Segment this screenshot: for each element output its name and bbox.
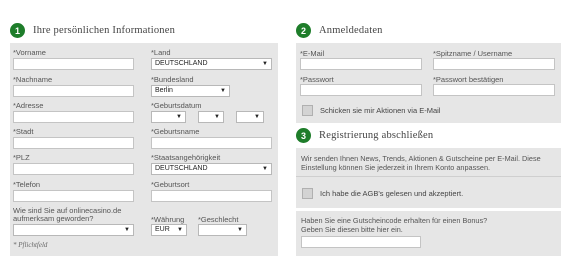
city-input[interactable] — [13, 137, 134, 149]
phone-label: *Telefon — [13, 180, 41, 189]
chevron-down-icon: ▼ — [214, 114, 220, 120]
agb-label: Ich habe die AGB's gelesen und akzeptier… — [320, 189, 464, 198]
country-label: *Land — [151, 48, 171, 57]
address-label: *Adresse — [13, 101, 44, 110]
section-personal-header: 1 Ihre persönlichen Informationen — [10, 23, 175, 38]
chevron-down-icon: ▼ — [124, 227, 130, 233]
chevron-down-icon: ▼ — [254, 114, 260, 120]
birthdate-label: *Geburtsdatum — [151, 101, 202, 110]
zip-label: *PLZ — [13, 153, 30, 162]
chevron-down-icon: ▼ — [237, 227, 243, 233]
birth-month-select[interactable]: ▼ — [198, 111, 224, 123]
first-name-label: *Vorname — [13, 48, 46, 57]
birth-day-select[interactable]: ▼ — [151, 111, 186, 123]
nationality-select[interactable]: DEUTSCHLAND ▼ — [151, 163, 272, 175]
currency-select[interactable]: EUR ▼ — [151, 224, 187, 236]
nickname-input[interactable] — [433, 58, 555, 70]
section-title-login: Anmeldedaten — [319, 25, 383, 36]
section-registration-header: 3 Registrierung abschließen — [296, 128, 433, 143]
password-confirm-input[interactable] — [433, 84, 555, 96]
chevron-down-icon: ▼ — [220, 88, 226, 94]
newsletter-info-line1: Wir senden Ihnen News, Trends, Aktionen … — [301, 154, 541, 163]
nationality-label: *Staatsangehörigkeit — [151, 153, 221, 162]
birthplace-label: *Geburtsort — [151, 180, 190, 189]
password-label: *Passwort — [300, 75, 334, 84]
email-label: *E-Mail — [300, 49, 325, 58]
nickname-label: *Spitzname / Username — [433, 49, 513, 58]
bonus-info-line1: Haben Sie eine Gutscheincode erhalten fü… — [301, 216, 488, 225]
section-title-registration: Registrierung abschließen — [319, 130, 434, 141]
currency-label: *Währung — [151, 215, 185, 224]
referral-label-line2: aufmerksam geworden? — [13, 214, 94, 223]
step-badge-2: 2 — [296, 23, 311, 38]
personal-info-panel: *Vorname *Land DEUTSCHLAND ▼ *Nachname *B… — [10, 43, 278, 256]
gender-label: *Geschlecht — [198, 215, 239, 224]
state-select[interactable]: Berlin ▼ — [151, 85, 230, 97]
newsletter-checkbox[interactable] — [302, 105, 313, 116]
birth-name-label: *Geburtsname — [151, 127, 200, 136]
login-panel: *E-Mail *Spitzname / Username *Passwort … — [296, 43, 561, 123]
last-name-label: *Nachname — [13, 75, 53, 84]
email-input[interactable] — [300, 58, 422, 70]
state-label: *Bundesland — [151, 75, 194, 84]
password-input[interactable] — [300, 84, 422, 96]
address-input[interactable] — [13, 111, 134, 123]
registration-consent-panel: Wir senden Ihnen News, Trends, Aktionen … — [296, 148, 561, 208]
newsletter-label: Schicken sie mir Aktionen via E-Mail — [320, 106, 441, 115]
password-confirm-label: *Passwort bestätigen — [433, 75, 504, 84]
section-login-header: 2 Anmeldedaten — [296, 23, 383, 38]
gender-select[interactable]: ▼ — [198, 224, 247, 236]
birth-year-select[interactable]: ▼ — [236, 111, 264, 123]
step-badge-1: 1 — [10, 23, 25, 38]
chevron-down-icon: ▼ — [176, 114, 182, 120]
divider — [296, 176, 561, 177]
step-badge-3: 3 — [296, 128, 311, 143]
referral-select[interactable]: ▼ — [13, 224, 134, 236]
section-title-personal: Ihre persönlichen Informationen — [33, 25, 176, 36]
birth-name-input[interactable] — [151, 137, 272, 149]
chevron-down-icon: ▼ — [262, 61, 268, 67]
required-note: * Pflichtfeld — [13, 241, 48, 249]
country-select[interactable]: DEUTSCHLAND ▼ — [151, 58, 272, 70]
bonus-info-line2: Geben Sie diesen bitte hier ein. — [301, 225, 403, 234]
zip-input[interactable] — [13, 163, 134, 175]
city-label: *Stadt — [13, 127, 34, 136]
last-name-input[interactable] — [13, 85, 134, 97]
first-name-input[interactable] — [13, 58, 134, 70]
chevron-down-icon: ▼ — [262, 166, 268, 172]
newsletter-info-line2: Einstellung können Sie jederzeit in Ihre… — [301, 163, 491, 172]
birthplace-input[interactable] — [151, 190, 272, 202]
chevron-down-icon: ▼ — [177, 227, 183, 233]
bonus-code-input[interactable] — [301, 236, 421, 248]
bonus-code-panel: Haben Sie eine Gutscheincode erhalten fü… — [296, 211, 561, 256]
agb-checkbox[interactable] — [302, 188, 313, 199]
phone-input[interactable] — [13, 190, 134, 202]
